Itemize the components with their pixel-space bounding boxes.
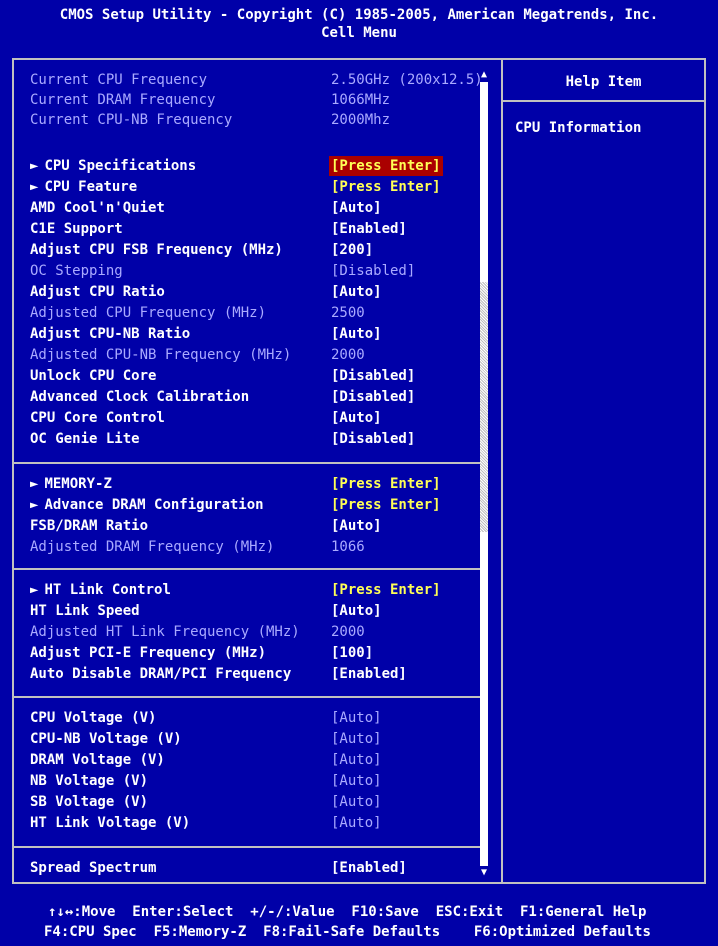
submenu-arrow-icon: ►	[30, 179, 39, 195]
menu-name: Cell Menu	[321, 25, 397, 41]
menu-item-ht-link-control[interactable]: ► HT Link Control [Press Enter]	[30, 580, 490, 600]
scroll-up-arrow-icon[interactable]: ▲	[478, 68, 490, 82]
info-row: Current CPU-NB Frequency 2000Mhz	[30, 112, 391, 128]
scroll-down-arrow-icon[interactable]: ▼	[478, 866, 490, 880]
readout-adjusted-dram-frequency: Adjusted DRAM Frequency (MHz) 1066	[30, 539, 365, 555]
setting-spread-spectrum[interactable]: Spread Spectrum [Enabled]	[30, 858, 490, 878]
setting-unlock-cpu-core[interactable]: Unlock CPU Core [Disabled]	[30, 366, 490, 386]
setting-cpu-voltage[interactable]: CPU Voltage (V) [Auto]	[30, 708, 490, 728]
setting-adjust-cpu-ratio[interactable]: Adjust CPU Ratio [Auto]	[30, 282, 490, 302]
setting-ht-link-speed[interactable]: HT Link Speed [Auto]	[30, 601, 490, 621]
setting-auto-disable-dram-pci-frequency[interactable]: Auto Disable DRAM/PCI Frequency [Enabled…	[30, 664, 490, 684]
section-divider	[14, 568, 484, 570]
readout-adjusted-ht-link-frequency: Adjusted HT Link Frequency (MHz) 2000	[30, 624, 365, 640]
setting-cpu-core-control[interactable]: CPU Core Control [Auto]	[30, 408, 490, 428]
title-text: CMOS Setup Utility - Copyright (C) 1985-…	[59, 7, 659, 23]
setting-c1e-support[interactable]: C1E Support [Enabled]	[30, 219, 490, 239]
help-title: Help Item	[565, 74, 642, 90]
setting-nb-voltage[interactable]: NB Voltage (V) [Auto]	[30, 771, 490, 791]
key-legend-line-1: ↑↓↔:Move Enter:Select +/-/:Value F10:Sav…	[48, 904, 647, 920]
settings-list: Current CPU Frequency 2.50GHz (200x12.5)…	[14, 60, 501, 882]
help-text: CPU Information	[515, 120, 642, 136]
setting-oc-stepping: OC Stepping [Disabled]	[30, 263, 416, 279]
setting-fsb-dram-ratio[interactable]: FSB/DRAM Ratio [Auto]	[30, 516, 490, 536]
submenu-arrow-icon: ►	[30, 476, 39, 492]
menu-item-advance-dram-configuration[interactable]: ► Advance DRAM Configuration [Press Enter…	[30, 495, 490, 515]
readout-adjusted-cpu-frequency: Adjusted CPU Frequency (MHz) 2500	[30, 305, 365, 321]
setting-dram-voltage[interactable]: DRAM Voltage (V) [Auto]	[30, 750, 490, 770]
section-divider	[14, 462, 484, 464]
submenu-arrow-icon: ►	[30, 497, 39, 513]
info-row: Current DRAM Frequency 1066MHz	[30, 92, 391, 108]
help-panel: Help Item CPU Information	[503, 60, 704, 882]
submenu-arrow-icon: ►	[30, 158, 39, 174]
main-frame: Current CPU Frequency 2.50GHz (200x12.5)…	[12, 58, 706, 884]
setting-oc-genie-lite[interactable]: OC Genie Lite [Disabled]	[30, 429, 490, 449]
setting-ht-link-voltage[interactable]: HT Link Voltage (V) [Auto]	[30, 813, 490, 833]
readout-adjusted-cpu-nb-frequency: Adjusted CPU-NB Frequency (MHz) 2000	[30, 347, 365, 363]
setting-adjust-pci-e-frequency[interactable]: Adjust PCI-E Frequency (MHz) [100]	[30, 643, 490, 663]
key-legend-line-2: F4:CPU Spec F5:Memory-Z F8:Fail-Safe Def…	[44, 924, 651, 940]
title-bar: CMOS Setup Utility - Copyright (C) 1985-…	[0, 0, 718, 52]
scrollbar-thumb[interactable]	[480, 282, 488, 532]
menu-item-cpu-specifications[interactable]: ► CPU Specifications [Press Enter]	[30, 156, 490, 176]
section-divider	[14, 696, 484, 698]
help-divider	[503, 100, 704, 102]
setting-sb-voltage[interactable]: SB Voltage (V) [Auto]	[30, 792, 490, 812]
setting-advanced-clock-calibration[interactable]: Advanced Clock Calibration [Disabled]	[30, 387, 490, 407]
setting-amd-cool-n-quiet[interactable]: AMD Cool'n'Quiet [Auto]	[30, 198, 490, 218]
key-legend: ↑↓↔:Move Enter:Select +/-/:Value F10:Sav…	[0, 896, 718, 946]
setting-adjust-cpu-nb-ratio[interactable]: Adjust CPU-NB Ratio [Auto]	[30, 324, 490, 344]
menu-item-cpu-feature[interactable]: ► CPU Feature [Press Enter]	[30, 177, 490, 197]
submenu-arrow-icon: ►	[30, 582, 39, 598]
menu-item-memory-z[interactable]: ► MEMORY-Z [Press Enter]	[30, 474, 490, 494]
setting-adjust-cpu-fsb-frequency[interactable]: Adjust CPU FSB Frequency (MHz) [200]	[30, 240, 490, 260]
info-row: Current CPU Frequency 2.50GHz (200x12.5)	[30, 72, 483, 88]
setting-cpu-nb-voltage[interactable]: CPU-NB Voltage (V) [Auto]	[30, 729, 490, 749]
section-divider	[14, 846, 484, 848]
